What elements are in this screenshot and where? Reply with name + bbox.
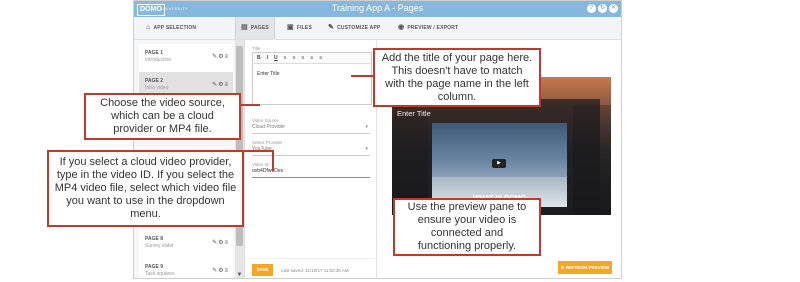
bold-button[interactable]: B bbox=[257, 55, 261, 61]
scroll-down-icon[interactable]: ▼ bbox=[236, 272, 243, 278]
nav-preview-export[interactable]: ◉ PREVIEW / EXPORT bbox=[398, 17, 458, 39]
callout-title: Add the title of your page here. This do… bbox=[373, 48, 541, 107]
title-bar: DOMO UNIVERSITY Training App A - Pages ?… bbox=[134, 1, 621, 17]
video-id-input[interactable]: ovb4Dfw0Des bbox=[252, 168, 370, 178]
page-title: PAGE 9 bbox=[145, 264, 163, 270]
page-subtitle: Survey slider bbox=[145, 243, 174, 249]
sidebar-item-page-8[interactable]: PAGE 8 Survey slider ✎⚙≡ bbox=[139, 230, 233, 259]
callout-pointer bbox=[351, 75, 374, 77]
menu-icon[interactable]: ≡ bbox=[224, 240, 229, 246]
menu-icon[interactable]: ≡ bbox=[224, 268, 229, 274]
page-subtitle: Introduction bbox=[145, 57, 172, 63]
help-icon[interactable]: ? bbox=[587, 4, 596, 13]
sidebar-item-page-9[interactable]: PAGE 9 Task squares ✎⚙≡ bbox=[139, 258, 233, 278]
refresh-label: REFRESH PREVIEW bbox=[565, 265, 610, 270]
editor-footer: SAVE Last saved: 11/10/17 11:02:30 AM bbox=[249, 258, 375, 278]
menu-icon[interactable]: ≡ bbox=[224, 82, 229, 88]
eye-icon: ◉ bbox=[398, 24, 405, 31]
refresh-preview-button[interactable]: ↻ REFRESH PREVIEW bbox=[558, 261, 612, 274]
callout-video-source: Choose the video source, which can be a … bbox=[84, 93, 241, 140]
home-icon: ⌂ bbox=[146, 24, 151, 31]
title-label: Title bbox=[252, 46, 261, 51]
callout-preview: Use the preview pane to ensure your vide… bbox=[393, 198, 541, 256]
nav-label: APP SELECTION bbox=[153, 25, 197, 31]
page-title: PAGE 1 bbox=[145, 50, 163, 56]
align-left-button[interactable]: ≡ bbox=[284, 55, 287, 61]
italic-button[interactable]: I bbox=[267, 55, 268, 61]
callout-video-id: If you select a cloud video provider, ty… bbox=[47, 150, 244, 227]
chevron-down-icon: ▾ bbox=[365, 124, 368, 130]
title-input-text[interactable]: Enter Title bbox=[257, 71, 280, 77]
image-icon: ▣ bbox=[287, 24, 294, 31]
nav-app-selection[interactable]: ⌂ APP SELECTION bbox=[146, 17, 196, 39]
list-button[interactable]: ≡ bbox=[319, 55, 322, 61]
nav-label: PREVIEW / EXPORT bbox=[407, 25, 459, 31]
save-button[interactable]: SAVE bbox=[252, 264, 273, 276]
nav-customize-app[interactable]: ✎ CUSTOMIZE APP bbox=[328, 17, 381, 39]
video-player[interactable]: ▶ WHAT IS DOMO bbox=[432, 123, 567, 207]
top-navigation: ⌂ APP SELECTION ▤ PAGES ▣ FILES ✎ CUSTOMIZE … bbox=[134, 17, 621, 40]
window-controls: ? ↻ ✕ bbox=[587, 4, 618, 13]
app-title: Training App A - Pages bbox=[331, 3, 424, 13]
menu-icon[interactable]: ≡ bbox=[224, 54, 229, 60]
nav-label: PAGES bbox=[250, 25, 269, 31]
chevron-down-icon: ▾ bbox=[365, 146, 368, 152]
page-actions: ✎⚙≡ bbox=[212, 53, 229, 60]
refresh-icon[interactable]: ↻ bbox=[598, 4, 607, 13]
video-id-label: Video Id bbox=[252, 162, 269, 167]
nav-label: CUSTOMIZE APP bbox=[337, 25, 381, 31]
callout-pointer bbox=[272, 150, 274, 171]
page-title: PAGE 8 bbox=[145, 236, 163, 242]
nav-label: FILES bbox=[296, 25, 312, 31]
video-source-select[interactable]: Cloud Provider ▾ bbox=[252, 124, 370, 134]
nav-files[interactable]: ▣ FILES bbox=[287, 17, 312, 39]
nav-pages[interactable]: ▤ PAGES bbox=[235, 17, 275, 39]
page-title: PAGE 2 bbox=[145, 78, 163, 84]
page-actions: ✎⚙≡ bbox=[212, 267, 229, 274]
page-subtitle: Intro video bbox=[145, 85, 169, 91]
align-right-button[interactable]: ≡ bbox=[301, 55, 304, 61]
preview-title: Enter Title bbox=[397, 109, 431, 118]
rte-toolbar: B I U ≡ ≡ ≡ ≡ ≡ bbox=[253, 53, 371, 64]
sidebar-item-page-1[interactable]: PAGE 1 Introduction ✎⚙≡ bbox=[139, 44, 233, 73]
page-subtitle: Task squares bbox=[145, 271, 175, 277]
last-saved-text: Last saved: 11/10/17 11:02:30 AM bbox=[281, 268, 349, 273]
callout-pointer bbox=[239, 104, 260, 106]
close-icon[interactable]: ✕ bbox=[609, 4, 618, 13]
callout-pointer bbox=[244, 150, 274, 152]
title-editor[interactable]: B I U ≡ ≡ ≡ ≡ ≡ Enter Title bbox=[252, 52, 372, 105]
underline-button[interactable]: U bbox=[274, 55, 278, 61]
justify-button[interactable]: ≡ bbox=[310, 55, 313, 61]
page-actions: ✎⚙≡ bbox=[212, 239, 229, 246]
video-provider-label: Select Provider bbox=[252, 140, 283, 145]
align-center-button[interactable]: ≡ bbox=[293, 55, 296, 61]
play-icon[interactable]: ▶ bbox=[492, 159, 506, 168]
pencil-icon: ✎ bbox=[328, 24, 335, 31]
video-source-label: Video Source bbox=[252, 118, 279, 123]
video-source-value: Cloud Provider bbox=[252, 124, 286, 130]
pages-icon: ▤ bbox=[241, 24, 248, 31]
page-actions: ✎⚙≡ bbox=[212, 81, 229, 88]
